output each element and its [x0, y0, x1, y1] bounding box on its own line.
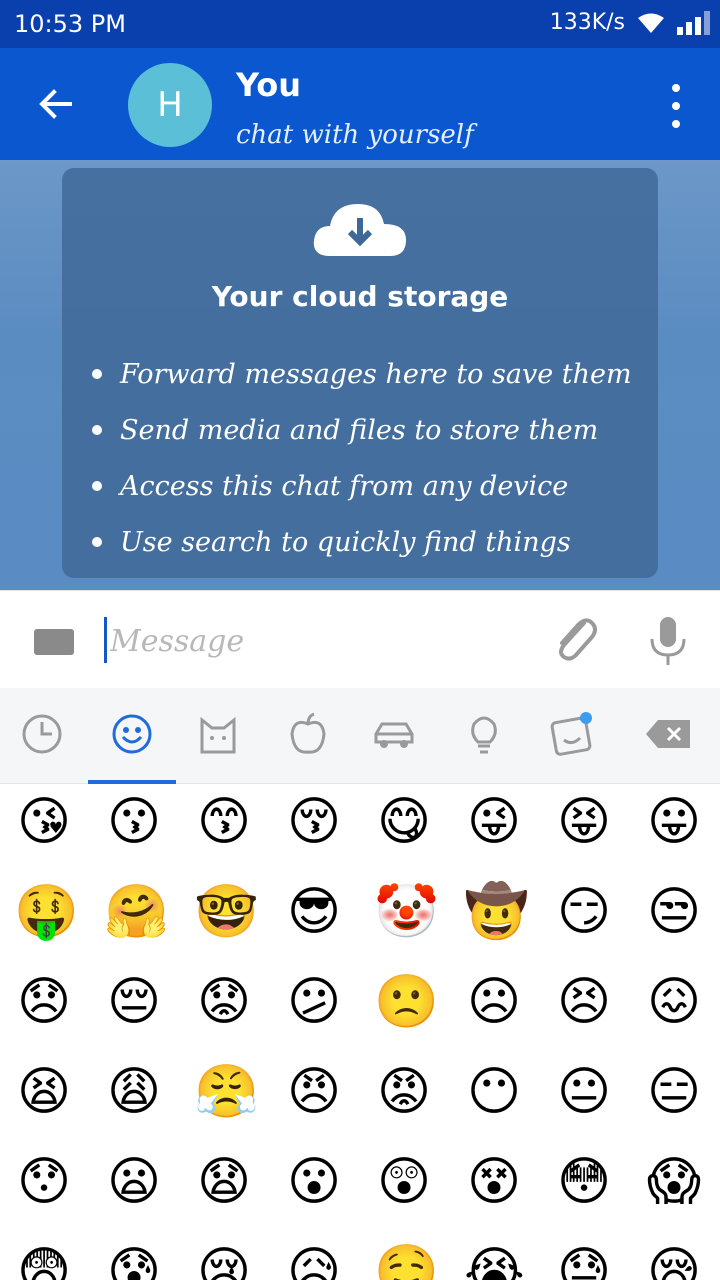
chat-title[interactable]: You	[236, 66, 301, 104]
keyboard-icon[interactable]	[34, 629, 74, 655]
emoji-item[interactable]: 😭	[464, 1242, 525, 1280]
emoji-item[interactable]: 😱	[644, 1152, 704, 1212]
emoji-item[interactable]: 😋	[374, 792, 434, 852]
emoji-item[interactable]: 😣	[554, 972, 614, 1032]
emoji-item[interactable]: 😑	[644, 1062, 704, 1122]
emoji-item[interactable]: 😟	[194, 972, 254, 1032]
emoji-item[interactable]: 😐	[554, 1062, 614, 1122]
emoji-item[interactable]: 😫	[14, 1062, 74, 1122]
attach-icon[interactable]	[548, 609, 600, 665]
emoji-item[interactable]: 😤	[194, 1062, 259, 1122]
emoji-item[interactable]: 😗	[104, 792, 164, 852]
objects-icon[interactable]	[462, 712, 506, 756]
cloud-download-icon	[313, 204, 406, 256]
emoji-item[interactable]: 🤠	[464, 882, 529, 942]
message-input-bar	[0, 590, 720, 688]
cloud-storage-card: Your cloud storage Forward messages here…	[62, 168, 658, 578]
avatar[interactable]: H	[128, 63, 212, 147]
recent-icon[interactable]	[20, 712, 64, 756]
emoji-item[interactable]: 😏	[554, 882, 614, 942]
card-title: Your cloud storage	[211, 280, 509, 313]
chat-header: H You chat with yourself	[0, 48, 720, 160]
emoji-item[interactable]: 😙	[194, 792, 254, 852]
animals-icon[interactable]	[196, 712, 240, 756]
emoji-item[interactable]: 😝	[554, 792, 614, 852]
emoji-item[interactable]: 🤡	[374, 882, 439, 942]
message-input[interactable]	[110, 613, 530, 669]
list-item: Forward messages here to save them	[92, 346, 632, 402]
emoji-grid: 😘 😗 😙 😚 😋 😜 😝 😛 🤑 🤗 🤓 😎 🤡 🤠 😏 😒 😞 😔 😟 😕 🙁 ☹ 😣 😖 😫 😩 😤 😠 😡 😶 😐 😑 😯 😦 😧 😮 😲 😵 😳 😱…	[0, 784, 720, 1280]
emoji-item[interactable]: 😦	[104, 1152, 164, 1212]
emoji-item[interactable]: 😮	[284, 1152, 344, 1212]
stickers-icon[interactable]	[550, 712, 594, 756]
back-arrow-icon[interactable]	[30, 78, 82, 130]
emoji-item[interactable]: 😜	[464, 792, 524, 852]
status-right: 133K/s	[550, 10, 710, 35]
emoji-item[interactable]: 😧	[194, 1152, 254, 1212]
emoji-item[interactable]: 🤤	[374, 1242, 439, 1280]
emoji-item[interactable]: 😢	[194, 1242, 254, 1280]
status-bar: 10:53 PM 133K/s	[0, 0, 720, 48]
smileys-icon[interactable]	[110, 712, 154, 756]
emoji-item[interactable]: 😓	[554, 1242, 614, 1280]
emoji-item[interactable]: 😎	[284, 882, 344, 942]
emoji-item[interactable]: 🙁	[374, 972, 439, 1032]
emoji-item[interactable]: 😘	[14, 792, 74, 852]
wifi-icon	[638, 13, 664, 33]
text-caret	[104, 617, 107, 663]
emoji-item[interactable]: 😳	[554, 1152, 614, 1212]
emoji-item[interactable]: 😔	[104, 972, 164, 1032]
emoji-item[interactable]: ☹	[464, 972, 524, 1032]
microphone-icon[interactable]	[646, 615, 690, 667]
emoji-item[interactable]: 😨	[14, 1242, 74, 1280]
emoji-item[interactable]: 😞	[14, 972, 74, 1032]
emoji-item[interactable]: 😲	[374, 1152, 434, 1212]
emoji-item[interactable]: 😶	[464, 1062, 524, 1122]
status-time: 10:53 PM	[14, 10, 126, 38]
emoji-item[interactable]: 😩	[104, 1062, 164, 1122]
emoji-item[interactable]: 😠	[284, 1062, 344, 1122]
emoji-item[interactable]: 😚	[284, 792, 344, 852]
more-options-icon[interactable]	[668, 84, 684, 128]
emoji-item[interactable]: 😪	[644, 1242, 704, 1280]
emoji-category-tabs	[0, 688, 720, 784]
emoji-item[interactable]: 🤓	[194, 882, 259, 942]
list-item: Access this chat from any device	[92, 458, 632, 514]
emoji-item[interactable]: 😕	[284, 972, 344, 1032]
travel-icon[interactable]	[372, 712, 416, 756]
emoji-item[interactable]: 😰	[104, 1242, 164, 1280]
emoji-item[interactable]: 😡	[374, 1062, 434, 1122]
emoji-item[interactable]: 😵	[464, 1152, 524, 1212]
emoji-item[interactable]: 😒	[644, 882, 704, 942]
list-item: Use search to quickly find things	[92, 514, 632, 570]
signal-icon	[677, 10, 710, 35]
emoji-item[interactable]: 😥	[284, 1242, 344, 1280]
list-item: Send media and files to store them	[92, 402, 632, 458]
card-list: Forward messages here to save them Send …	[92, 346, 632, 570]
emoji-item[interactable]: 🤗	[104, 882, 169, 942]
food-icon[interactable]	[286, 712, 330, 756]
network-speed: 133K/s	[549, 10, 625, 35]
backspace-icon[interactable]	[644, 712, 694, 756]
emoji-item[interactable]: 😖	[644, 972, 704, 1032]
emoji-item[interactable]: 😯	[14, 1152, 74, 1212]
chat-subtitle: chat with yourself	[236, 120, 474, 150]
emoji-item[interactable]: 😛	[644, 792, 704, 852]
emoji-item[interactable]: 🤑	[14, 882, 79, 942]
